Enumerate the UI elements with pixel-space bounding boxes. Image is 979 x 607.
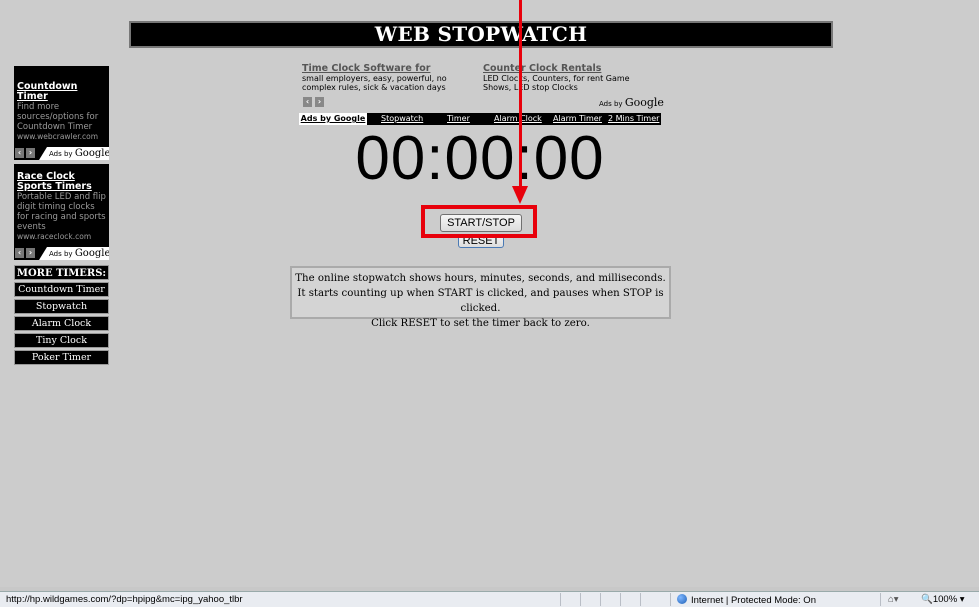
top-ad-title[interactable]: Time Clock Software for xyxy=(302,64,472,74)
top-ad-time-clock[interactable]: Time Clock Software for small employers,… xyxy=(302,64,472,93)
top-ad-counter-clock[interactable]: Counter Clock Rentals LED Clocks, Counte… xyxy=(483,64,653,93)
sidebar-link-tiny-clock[interactable]: Tiny Clock xyxy=(14,333,109,348)
status-url: http://hp.wildgames.com/?dp=hpipg&mc=ipg… xyxy=(6,594,243,605)
description-line: The online stopwatch shows hours, minute… xyxy=(295,273,666,284)
chevron-left-icon[interactable]: ‹ xyxy=(303,97,312,107)
security-zone-label: Internet | Protected Mode: On xyxy=(691,595,816,606)
top-ad-text: small employers, easy, powerful, no comp… xyxy=(302,74,447,92)
sidebar-ad-url[interactable]: www.webcrawler.com xyxy=(17,132,106,142)
globe-icon xyxy=(677,594,687,604)
arrow-down-icon xyxy=(512,186,528,204)
chevron-left-icon[interactable]: ‹ xyxy=(15,248,24,258)
zoom-value: 100% xyxy=(932,594,958,605)
protected-mode-icon[interactable]: ⌂▾ xyxy=(888,594,899,605)
status-divider xyxy=(670,593,671,606)
page: WEB STOPWATCH Countdown Timer Find more … xyxy=(0,0,979,587)
ads-by-google-badge[interactable]: Ads by Google xyxy=(39,147,109,160)
sidebar-ad-title[interactable]: Countdown Timer xyxy=(17,82,106,102)
sidebar-ad-raceclock[interactable]: Race Clock Sports Timers Portable LED an… xyxy=(14,164,109,260)
stopwatch-display: 00:00:00 xyxy=(355,124,605,193)
sidebar-ad-nav: ‹ › Ads by Google xyxy=(14,247,109,260)
chevron-right-icon[interactable]: › xyxy=(26,148,35,158)
status-divider xyxy=(880,593,881,606)
sidebar-ad-url[interactable]: www.raceclock.com xyxy=(17,232,106,242)
sidebar-link-alarm-clock[interactable]: Alarm Clock xyxy=(14,316,109,331)
annotation-arrow-line xyxy=(519,0,522,192)
status-divider xyxy=(600,593,601,606)
description-line: It starts counting up when START is clic… xyxy=(297,288,664,314)
description-line: Click RESET to set the timer back to zer… xyxy=(371,318,590,329)
status-divider xyxy=(560,593,561,606)
browser-status-bar: http://hp.wildgames.com/?dp=hpipg&mc=ipg… xyxy=(0,591,979,607)
more-timers-heading: MORE TIMERS: xyxy=(14,265,109,280)
chevron-right-icon[interactable]: › xyxy=(26,248,35,258)
highlight-box xyxy=(421,205,537,238)
status-divider xyxy=(640,593,641,606)
sidebar-link-stopwatch[interactable]: Stopwatch xyxy=(14,299,109,314)
top-ad-title[interactable]: Counter Clock Rentals xyxy=(483,64,653,74)
ads-by-google-badge[interactable]: Ads by Google xyxy=(599,96,664,109)
nav-2-mins-timer[interactable]: 2 Mins Timer xyxy=(608,113,659,125)
sidebar-ad-text: Portable LED and flip digit timing clock… xyxy=(17,192,106,232)
description-box: The online stopwatch shows hours, minute… xyxy=(290,266,671,329)
chevron-right-icon[interactable]: › xyxy=(315,97,324,107)
sidebar-ad-title[interactable]: Race Clock Sports Timers xyxy=(17,172,106,192)
ads-by-google-badge[interactable]: Ads by Google xyxy=(39,247,109,260)
sidebar-ad-text: Find more sources/options for Countdown … xyxy=(17,102,99,132)
sidebar-ad-countdown[interactable]: Countdown Timer Find more sources/option… xyxy=(14,66,109,160)
zoom-level[interactable]: 🔍100% ▾ xyxy=(921,594,965,605)
sidebar-link-poker-timer[interactable]: Poker Timer xyxy=(14,350,109,365)
security-zone[interactable]: Internet | Protected Mode: On xyxy=(677,594,816,606)
sidebar-ad-nav: ‹ › Ads by Google xyxy=(14,147,109,160)
sidebar-link-countdown-timer[interactable]: Countdown Timer xyxy=(14,282,109,297)
chevron-left-icon[interactable]: ‹ xyxy=(15,148,24,158)
top-ad-text: LED Clocks, Counters, for rent Game Show… xyxy=(483,74,630,92)
status-divider xyxy=(580,593,581,606)
status-divider xyxy=(620,593,621,606)
page-title: WEB STOPWATCH xyxy=(129,21,833,48)
